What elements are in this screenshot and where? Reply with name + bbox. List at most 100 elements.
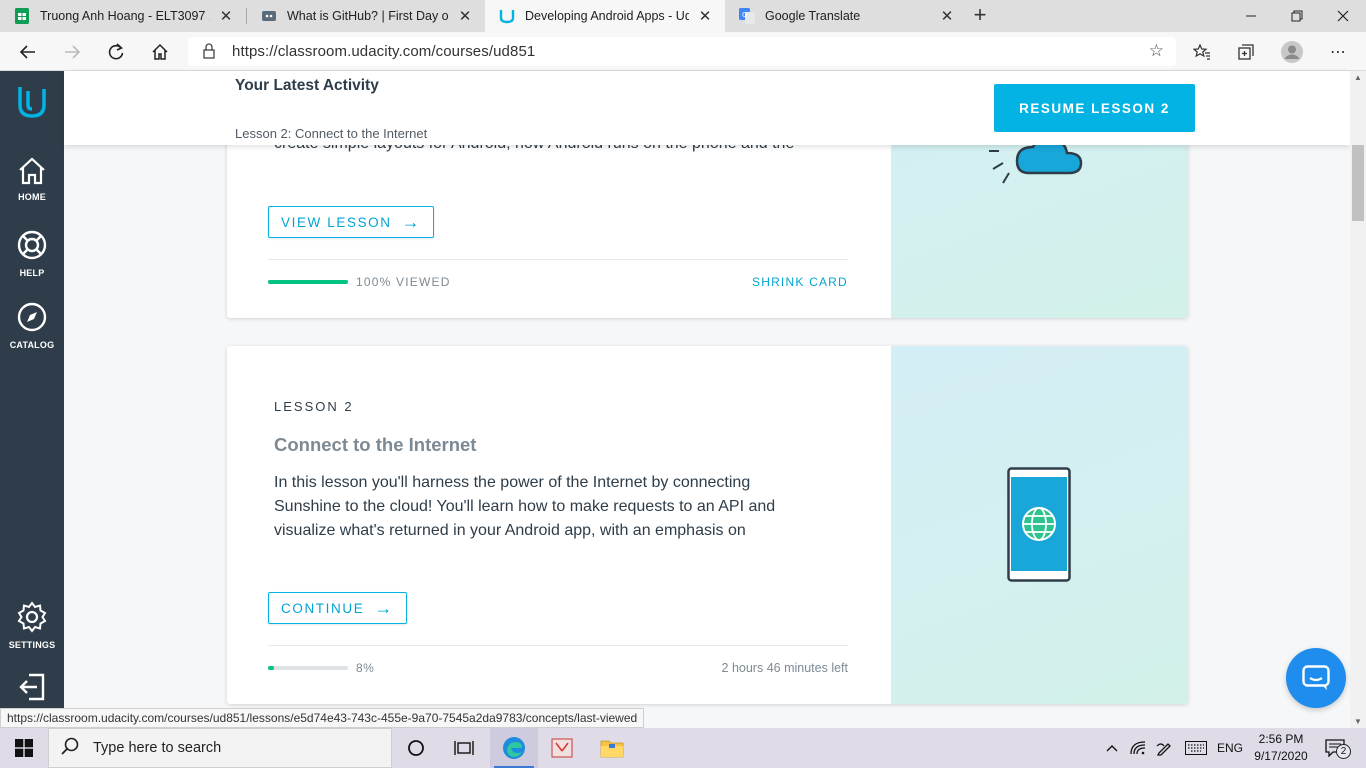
lifebuoy-icon — [16, 230, 48, 265]
latest-lesson-subtitle: Lesson 2: Connect to the Internet — [235, 126, 428, 141]
lesson-2-description-line-2: Sunshine to the cloud! You'll learn how … — [274, 498, 776, 515]
browser-tab-udacity[interactable]: Developing Android Apps - Udac ✕ — [485, 0, 725, 32]
favorite-star-icon[interactable]: ☆ — [1149, 41, 1164, 61]
view-lesson-button[interactable]: VIEW LESSON → — [268, 206, 435, 238]
lesson-2-description-line-3: visualize what's returned in your Androi… — [274, 522, 746, 539]
url-bar[interactable]: https://classroom.udacity.com/courses/ud… — [188, 37, 1176, 66]
language-indicator[interactable]: ENG — [1214, 728, 1246, 768]
lesson-1-progress-bar — [268, 280, 348, 284]
close-icon[interactable]: ✕ — [455, 6, 475, 26]
shrink-card-button[interactable]: SHRINK CARD — [752, 275, 848, 289]
progress-fill — [268, 280, 348, 284]
home-icon — [17, 157, 47, 189]
sidebar-item-label: CATALOG — [9, 340, 55, 350]
close-window-button[interactable] — [1320, 0, 1366, 32]
edge-icon — [503, 737, 525, 759]
logout-icon — [17, 673, 47, 706]
browser-tab-translate[interactable]: G Google Translate ✕ — [725, 0, 967, 32]
more-menu-icon[interactable]: ⋯ — [1322, 36, 1354, 68]
keyboard-icon[interactable] — [1182, 728, 1210, 768]
task-view-button[interactable] — [440, 728, 488, 768]
notification-badge: 2 — [1336, 744, 1351, 759]
pen-icon[interactable] — [1154, 728, 1174, 768]
lesson-2-title: Connect to the Internet — [274, 434, 477, 455]
back-button[interactable] — [12, 36, 44, 68]
minimize-button[interactable] — [1228, 0, 1274, 32]
system-clock[interactable]: 2:56 PM 9/17/2020 — [1244, 731, 1318, 765]
browser-tab-github[interactable]: What is GitHub? | First Day on Gi ✕ — [247, 0, 485, 32]
svg-text:G: G — [742, 11, 747, 19]
gear-icon — [16, 601, 48, 637]
search-icon — [61, 737, 79, 760]
logout-button[interactable] — [0, 672, 64, 707]
arrow-right-icon: → — [374, 598, 394, 618]
lesson-card-2: LESSON 2 Connect to the Internet In this… — [227, 346, 1188, 704]
browser-tab-strip: Truong Anh Hoang - ELT3097 1 - ✕ What is… — [0, 0, 1366, 32]
network-icon[interactable] — [1128, 728, 1148, 768]
lesson-2-progress-label: 8% — [356, 661, 375, 675]
chevron-up-icon — [1106, 745, 1118, 752]
windows-icon — [15, 739, 33, 757]
sidebar-item-label: HELP — [19, 268, 45, 278]
compass-icon — [16, 302, 48, 337]
udacity-sidebar: HOME HELP CATALOG SETTINGS — [0, 71, 64, 728]
taskbar-search-box[interactable]: Type here to search — [48, 728, 392, 768]
github-icon — [261, 8, 277, 24]
taskbar-edge-button[interactable] — [490, 728, 538, 768]
show-hidden-icons-button[interactable] — [1102, 728, 1122, 768]
home-browser-button[interactable] — [144, 36, 176, 68]
lock-icon — [202, 43, 216, 64]
page-scrollbar[interactable]: ▲ ▼ — [1350, 71, 1366, 728]
profile-avatar-icon[interactable] — [1276, 36, 1308, 68]
start-button[interactable] — [0, 728, 48, 768]
sidebar-item-label: HOME — [18, 192, 46, 202]
cortana-button[interactable] — [392, 728, 440, 768]
lesson-1-progress-label: 100% VIEWED — [356, 275, 451, 289]
card-divider — [268, 259, 848, 260]
collections-icon[interactable] — [1230, 36, 1262, 68]
scrollbar-thumb[interactable] — [1352, 145, 1364, 221]
forward-button[interactable] — [56, 36, 88, 68]
latest-activity-header: Your Latest Activity Lesson 2: Connect t… — [64, 71, 1350, 145]
close-icon[interactable]: ✕ — [695, 6, 715, 26]
address-toolbar: https://classroom.udacity.com/courses/ud… — [0, 32, 1366, 71]
tab-title: Developing Android Apps - Udac — [525, 9, 689, 23]
chat-icon — [1302, 665, 1330, 690]
status-url: https://classroom.udacity.com/courses/ud… — [0, 708, 645, 728]
sidebar-item-help[interactable]: HELP — [0, 229, 64, 278]
scroll-up-icon[interactable]: ▲ — [1354, 73, 1362, 82]
cortana-icon — [408, 740, 424, 756]
task-view-icon — [454, 741, 474, 755]
taskbar-explorer-button[interactable] — [588, 728, 636, 768]
progress-fill — [268, 666, 275, 670]
view-lesson-label: VIEW LESSON — [281, 214, 392, 230]
resume-lesson-button[interactable]: RESUME LESSON 2 — [994, 84, 1195, 132]
new-tab-button[interactable]: + — [968, 4, 992, 28]
notification-center-button[interactable]: 2 — [1320, 728, 1351, 768]
lesson-number-label: LESSON 2 — [274, 399, 354, 414]
close-icon[interactable]: ✕ — [216, 6, 236, 26]
sidebar-item-catalog[interactable]: CATALOG — [0, 301, 64, 350]
chat-support-button[interactable] — [1286, 648, 1346, 708]
time-left-label: 2 hours 46 minutes left — [721, 661, 848, 675]
windows-taskbar: Type here to search ENG 2:56 PM 9/17/202… — [0, 728, 1366, 768]
search-placeholder: Type here to search — [93, 740, 222, 756]
clock-time: 2:56 PM — [1258, 732, 1304, 746]
sidebar-item-settings[interactable]: SETTINGS — [0, 601, 64, 650]
refresh-button[interactable] — [100, 36, 132, 68]
page-title: Your Latest Activity — [235, 77, 379, 94]
taskbar-snip-button[interactable] — [538, 728, 586, 768]
scroll-down-icon[interactable]: ▼ — [1354, 717, 1362, 726]
restore-button[interactable] — [1274, 0, 1320, 32]
favorites-icon[interactable] — [1186, 36, 1218, 68]
url-text: https://classroom.udacity.com/courses/ud… — [232, 43, 536, 60]
main-content: create simple layouts for Android, how A… — [64, 71, 1350, 728]
udacity-logo[interactable] — [0, 85, 64, 124]
browser-tab-sheets[interactable]: Truong Anh Hoang - ELT3097 1 - ✕ — [0, 0, 246, 32]
snipping-tool-icon — [551, 738, 573, 758]
phone-globe-icon — [1007, 467, 1071, 582]
sidebar-item-home[interactable]: HOME — [0, 157, 64, 202]
continue-button[interactable]: CONTINUE → — [268, 592, 407, 624]
close-icon[interactable]: ✕ — [937, 6, 957, 26]
arrow-right-icon: → — [401, 212, 422, 232]
